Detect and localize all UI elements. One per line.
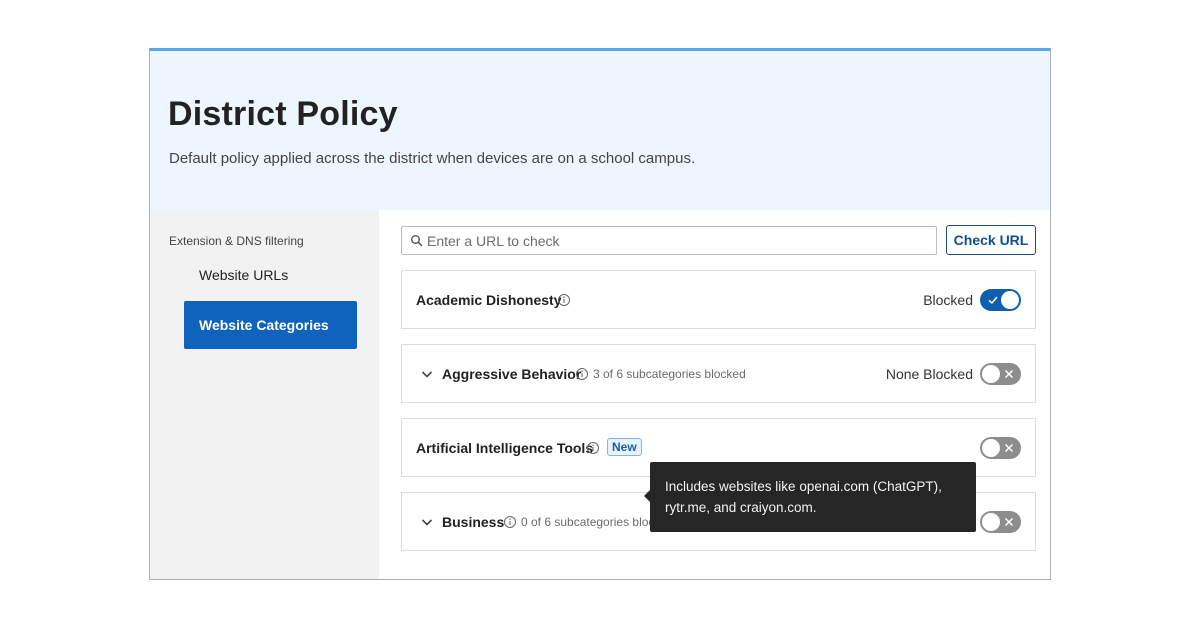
category-card-academic-dishonesty: Academic Dishonesty Blocked	[401, 270, 1036, 329]
page-title: District Policy	[168, 95, 398, 133]
block-toggle[interactable]	[980, 511, 1021, 533]
search-icon	[411, 235, 423, 247]
x-icon	[1004, 517, 1014, 527]
block-toggle[interactable]	[980, 363, 1021, 385]
subcategory-count: 3 of 6 subcategories blocked	[593, 367, 746, 381]
tooltip-line-1: Includes websites like openai.com (ChatG…	[665, 479, 942, 494]
block-state-label: Blocked	[923, 292, 973, 308]
block-state-label: None Blocked	[885, 366, 973, 382]
page-header: District Policy Default policy applied a…	[150, 51, 1050, 210]
tooltip-arrow	[644, 490, 650, 502]
url-input[interactable]	[427, 227, 927, 254]
category-name: Academic Dishonesty	[416, 292, 562, 308]
info-icon[interactable]	[575, 367, 589, 381]
check-icon	[988, 296, 998, 305]
toggle-knob	[982, 513, 1000, 531]
info-icon[interactable]	[557, 293, 571, 307]
policy-panel: District Policy Default policy applied a…	[149, 48, 1051, 580]
block-toggle[interactable]	[980, 289, 1021, 311]
category-name: Aggressive Behavior	[442, 366, 582, 382]
main-content: Check URL Academic Dishonesty Blocked A	[379, 210, 1050, 579]
tooltip-line-2: rytr.me, and craiyon.com.	[665, 500, 817, 515]
sidebar: Extension & DNS filtering Website URLs W…	[150, 210, 379, 579]
toggle-knob	[982, 439, 1000, 457]
x-icon	[1004, 443, 1014, 453]
url-search-box[interactable]	[401, 226, 937, 255]
check-url-button[interactable]: Check URL	[946, 225, 1036, 255]
chevron-down-icon[interactable]	[420, 367, 434, 381]
sidebar-section-label: Extension & DNS filtering	[169, 234, 304, 248]
page-subtitle: Default policy applied across the distri…	[169, 150, 696, 167]
info-icon[interactable]	[586, 441, 600, 455]
toggle-knob	[982, 365, 1000, 383]
info-icon[interactable]	[503, 515, 517, 529]
x-icon	[1004, 369, 1014, 379]
sidebar-item-website-urls[interactable]: Website URLs	[199, 267, 288, 283]
category-name: Artificial Intelligence Tools	[416, 440, 594, 456]
category-card-aggressive-behavior[interactable]: Aggressive Behavior 3 of 6 subcategories…	[401, 344, 1036, 403]
category-name: Business	[442, 514, 505, 530]
chevron-down-icon[interactable]	[420, 515, 434, 529]
toggle-knob	[1001, 291, 1019, 309]
sidebar-item-website-categories[interactable]: Website Categories	[184, 301, 357, 349]
new-badge: New	[607, 438, 642, 456]
ai-tools-tooltip: Includes websites like openai.com (ChatG…	[644, 462, 976, 532]
block-toggle[interactable]	[980, 437, 1021, 459]
